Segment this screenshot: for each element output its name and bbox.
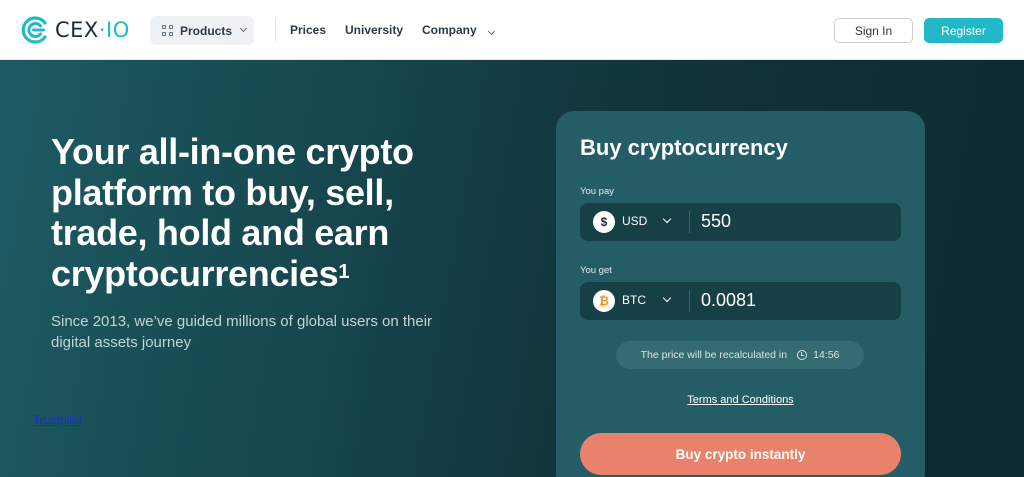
recalc-text: The price will be recalculated in [640, 349, 788, 361]
price-recalc-notice: The price will be recalculated in 14:56 [616, 341, 864, 369]
get-amount-input[interactable]: 0.0081 [701, 290, 756, 311]
products-menu-button[interactable]: Products [150, 16, 254, 45]
company-label: Company [422, 23, 477, 37]
field-divider [689, 290, 690, 312]
nav-divider [275, 19, 276, 41]
card-title: Buy cryptocurrency [580, 135, 788, 160]
cex-logo-icon [21, 16, 47, 44]
logo-wordmark: CEX·IO [55, 18, 130, 42]
hero-title: Your all-in-one crypto platform to buy, … [51, 131, 414, 294]
top-navbar: CEX·IO Products Prices University Compan… [0, 0, 1024, 60]
recalc-timer: 14:56 [813, 349, 840, 361]
you-get-label: You get [580, 265, 612, 276]
chevron-down-icon[interactable] [662, 293, 672, 303]
trustpilot-link[interactable]: Trustpilot [33, 413, 82, 427]
chevron-down-icon[interactable] [662, 214, 672, 224]
nav-link-prices[interactable]: Prices [290, 23, 326, 37]
nav-link-company[interactable]: Company [422, 23, 496, 37]
buy-crypto-card: Buy cryptocurrency You pay $ USD 550 You… [556, 111, 925, 477]
nav-link-university[interactable]: University [345, 23, 403, 37]
get-field: ₿ BTC 0.0081 [580, 282, 901, 320]
products-label: Products [180, 23, 233, 38]
field-divider [689, 211, 690, 233]
clock-icon [797, 350, 808, 360]
dollar-icon: $ [593, 211, 615, 233]
terms-link[interactable]: Terms and Conditions [556, 394, 925, 406]
you-pay-label: You pay [580, 186, 614, 197]
pay-currency-select[interactable]: USD [622, 214, 647, 228]
get-currency-select[interactable]: BTC [622, 293, 646, 307]
chevron-down-icon [239, 24, 248, 33]
pay-amount-input[interactable]: 550 [701, 211, 731, 232]
hero-section: Your all-in-one crypto platform to buy, … [0, 60, 1024, 477]
grid-icon [162, 25, 173, 36]
bitcoin-icon: ₿ [593, 290, 615, 312]
sign-in-button[interactable]: Sign In [834, 18, 913, 43]
register-button[interactable]: Register [924, 18, 1003, 43]
cex-io-logo[interactable]: CEX·IO [20, 14, 130, 46]
buy-crypto-button[interactable]: Buy crypto instantly [580, 433, 901, 475]
footnote-marker: 1 [338, 260, 350, 283]
pay-field: $ USD 550 [580, 203, 901, 241]
chevron-down-icon [487, 27, 496, 36]
hero-subtitle: Since 2013, we’ve guided millions of glo… [51, 313, 433, 351]
